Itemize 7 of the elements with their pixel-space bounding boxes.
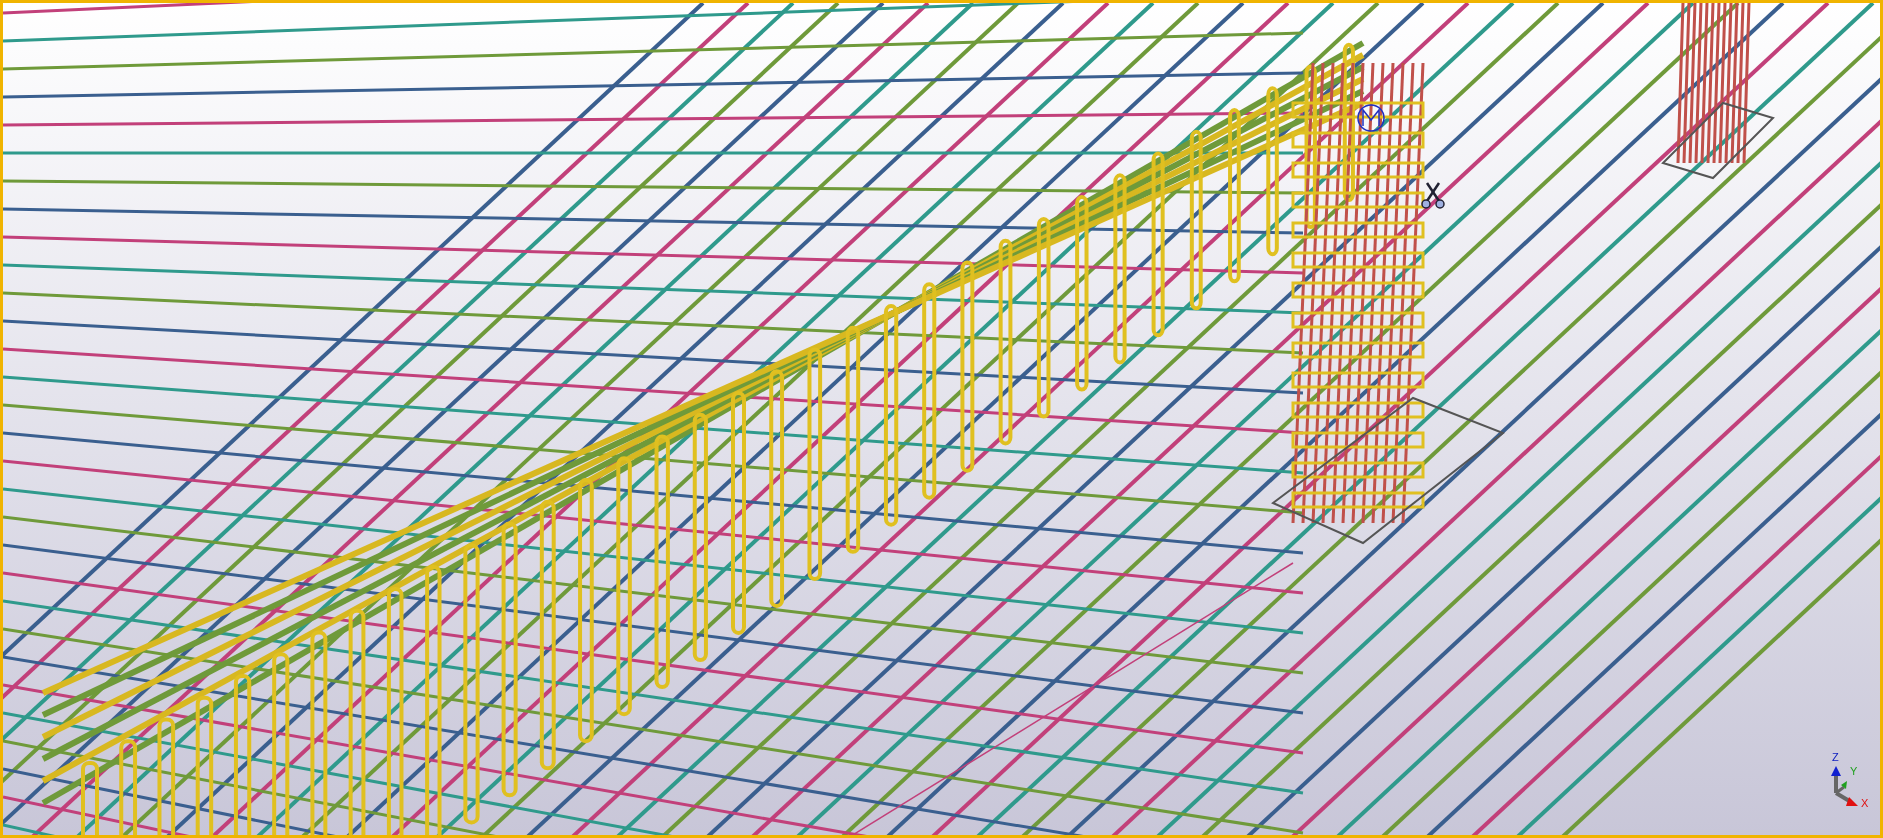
z-axis-label: Z bbox=[1832, 751, 1839, 763]
weld-mark-icon bbox=[1357, 104, 1385, 132]
model-viewport[interactable]: Z Y X bbox=[0, 0, 1883, 838]
y-axis-label: Y bbox=[1850, 765, 1858, 777]
axis-indicator-icon bbox=[1831, 766, 1858, 806]
x-axis-label: X bbox=[1861, 797, 1869, 809]
scissors-icon bbox=[1421, 182, 1445, 209]
